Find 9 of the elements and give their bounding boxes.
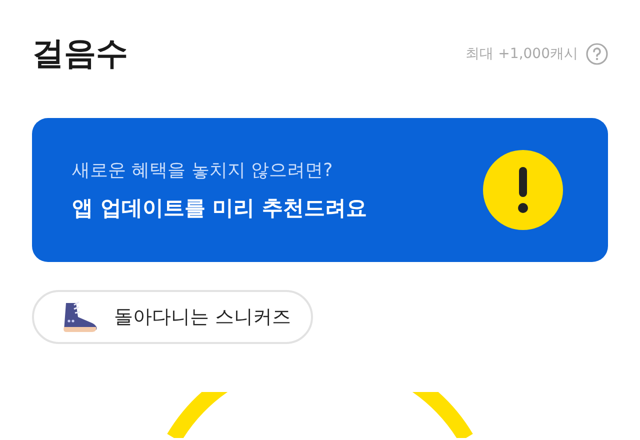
- banner-subtitle: 새로운 혜택을 놓치지 않으려면?: [72, 159, 334, 182]
- banner-title: 앱 업데이트를 미리 추천드려요: [72, 195, 367, 222]
- page-title: 걸음수: [32, 33, 128, 74]
- sneakers-chip[interactable]: 돌아다니는 스니커즈: [32, 290, 314, 344]
- help-icon[interactable]: [586, 43, 608, 65]
- update-banner[interactable]: 새로운 혜택을 놓치지 않으려면? 앱 업데이트를 미리 추천드려요: [32, 118, 608, 262]
- exclamation-icon: [482, 149, 564, 231]
- chip-label: 돌아다니는 스니커즈: [114, 305, 292, 330]
- reward-text: 최대 +1,000캐시: [466, 45, 578, 63]
